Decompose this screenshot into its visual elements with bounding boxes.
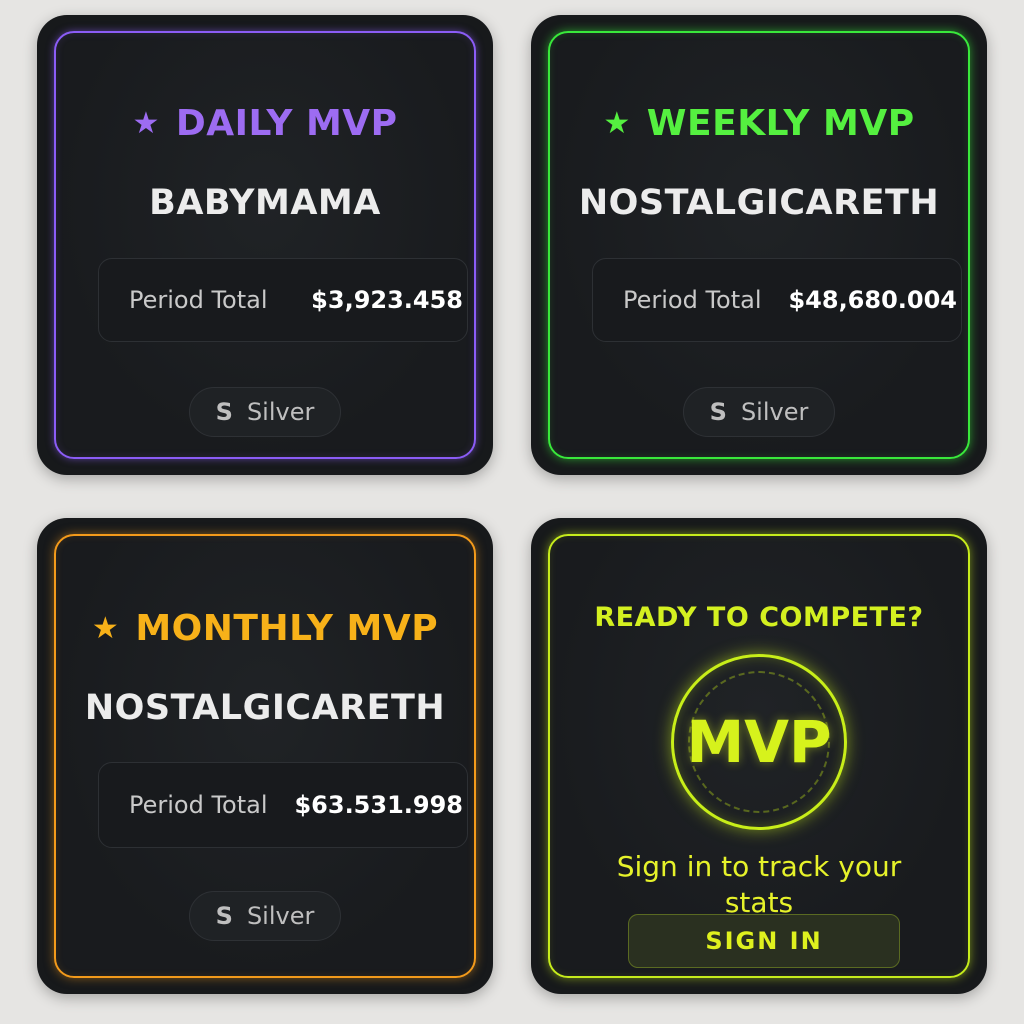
star-icon: ★ <box>603 105 631 141</box>
tier-badge-letter: S <box>709 398 727 426</box>
daily-mvp-title-text: DAILY MVP <box>175 103 398 144</box>
tier-badge-silver: S Silver <box>683 387 835 437</box>
weekly-mvp-card: ★ WEEKLY MVP NOSTALGICARETH Period Total… <box>531 15 987 475</box>
monthly-period-total-box: Period Total $63.531.998 <box>98 762 468 848</box>
period-total-value: $63.531.998 <box>294 791 463 819</box>
sign-in-cta-card: READY TO COMPETE? MVP Sign in to track y… <box>531 518 987 994</box>
weekly-mvp-title: ★ WEEKLY MVP <box>550 103 968 144</box>
period-total-label: Period Total <box>129 791 268 819</box>
sign-in-cta-panel: READY TO COMPETE? MVP Sign in to track y… <box>548 534 970 978</box>
monthly-mvp-player-name: NOSTALGICARETH <box>84 688 446 728</box>
mvp-emblem: MVP <box>671 654 847 830</box>
star-icon: ★ <box>132 105 160 141</box>
cta-message: Sign in to track your stats <box>616 850 902 919</box>
period-total-label: Period Total <box>623 286 762 314</box>
cta-heading: READY TO COMPETE? <box>594 602 924 633</box>
sign-in-button[interactable]: SIGN IN <box>628 914 900 968</box>
weekly-mvp-title-text: WEEKLY MVP <box>646 103 915 144</box>
tier-badge-label: Silver <box>740 398 809 426</box>
weekly-mvp-panel: ★ WEEKLY MVP NOSTALGICARETH Period Total… <box>548 31 970 459</box>
tier-badge-label: Silver <box>246 902 315 930</box>
period-total-label: Period Total <box>129 286 268 314</box>
weekly-mvp-player-name: NOSTALGICARETH <box>578 183 940 223</box>
daily-mvp-card: ★ DAILY MVP BABYMAMA Period Total $3,923… <box>37 15 493 475</box>
tier-badge-silver: S Silver <box>189 387 341 437</box>
daily-period-total-box: Period Total $3,923.458 <box>98 258 468 342</box>
monthly-mvp-title: ★ MONTHLY MVP <box>56 608 474 649</box>
daily-mvp-panel: ★ DAILY MVP BABYMAMA Period Total $3,923… <box>54 31 476 459</box>
daily-mvp-title: ★ DAILY MVP <box>56 103 474 144</box>
daily-mvp-player-name: BABYMAMA <box>149 183 381 223</box>
tier-badge-silver: S Silver <box>189 891 341 941</box>
mvp-emblem-text: MVP <box>686 708 832 776</box>
monthly-mvp-card: ★ MONTHLY MVP NOSTALGICARETH Period Tota… <box>37 518 493 994</box>
tier-badge-letter: S <box>215 398 233 426</box>
monthly-mvp-panel: ★ MONTHLY MVP NOSTALGICARETH Period Tota… <box>54 534 476 978</box>
period-total-value: $3,923.458 <box>311 286 463 314</box>
monthly-mvp-title-text: MONTHLY MVP <box>135 608 439 649</box>
weekly-period-total-box: Period Total $48,680.004 <box>592 258 962 342</box>
tier-badge-letter: S <box>215 902 233 930</box>
tier-badge-label: Silver <box>246 398 315 426</box>
period-total-value: $48,680.004 <box>788 286 957 314</box>
star-icon: ★ <box>91 610 120 646</box>
